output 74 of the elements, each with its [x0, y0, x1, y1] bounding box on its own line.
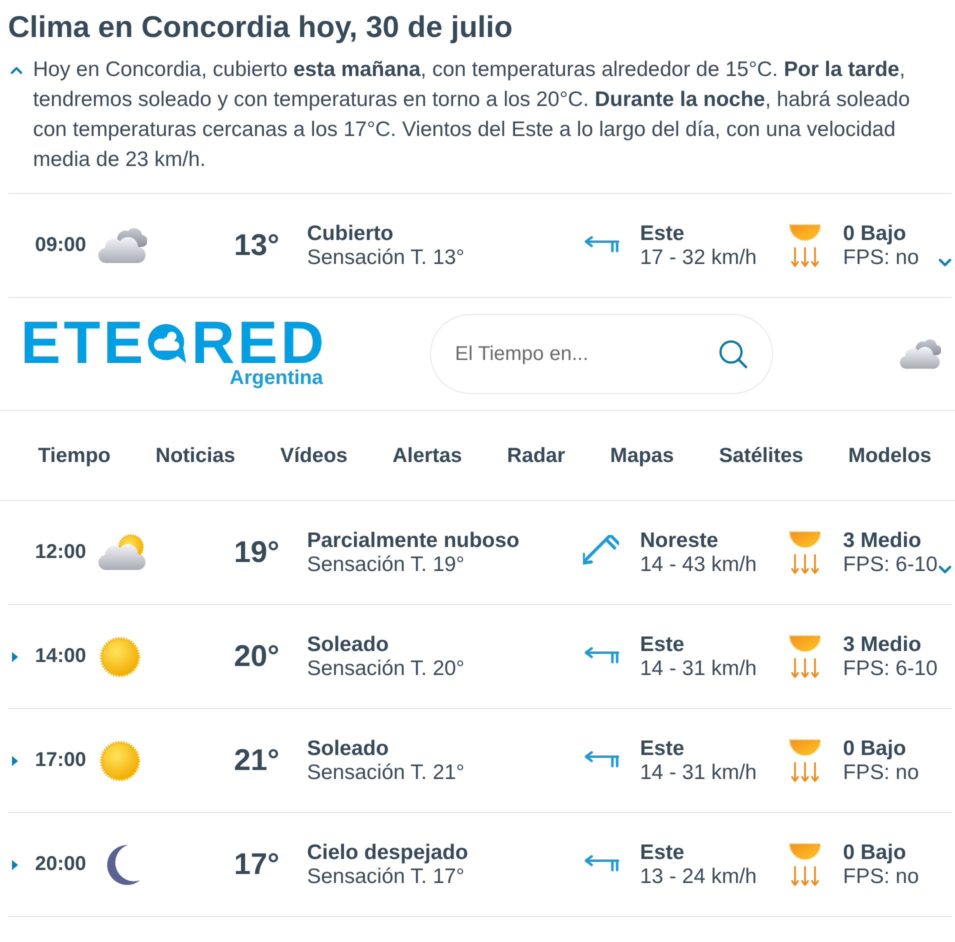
- uv-index-label: 0 Bajo: [843, 222, 908, 246]
- wind-speed-label: 13 - 24 km/h: [640, 864, 758, 888]
- wind-arrow-icon: [583, 647, 621, 664]
- speech-bubble-cloud-icon: [147, 322, 188, 364]
- wind-direction-label: Noreste: [640, 528, 720, 552]
- sun-protection-label: FPS: 6-10: [843, 656, 938, 680]
- wind-speed-label: 17 - 32 km/h: [640, 246, 758, 270]
- uv-sun-rays-icon: [788, 634, 822, 680]
- expand-triangle-icon[interactable]: [12, 756, 18, 766]
- sun-protection-label: FPS: no: [843, 246, 920, 270]
- forecast-summary: Hoy en Concordia, cubierto esta mañana, con temperaturas alrededor de 15°C. Por la tarde, tendremos soleado y con temperaturas en torno a los 20°C. Durante la noche, habrá soleado con temperaturas cercanas a los 17°C. Vientos del Este a lo largo del día, con una velocidad media de 23 km/h.: [33, 57, 911, 173]
- chevron-up-icon[interactable]: [10, 66, 23, 75]
- feels-like-label: Sensación T. 13°: [307, 246, 466, 270]
- uv-index-label: 3 Medio: [843, 528, 922, 552]
- temperature-value: 21°: [234, 744, 280, 778]
- condition-label: Cielo despejado: [307, 840, 470, 864]
- condition-label: Parcialmente nuboso: [307, 528, 520, 552]
- cloud-icon: [897, 338, 941, 370]
- uv-index-label: 0 Bajo: [843, 840, 908, 864]
- sun-icon: [99, 740, 141, 782]
- hour-label: 12:00: [35, 541, 88, 564]
- wind-direction-label: Este: [640, 222, 686, 246]
- uv-index-label: 0 Bajo: [843, 736, 908, 760]
- nav-link[interactable]: Tiempo: [38, 444, 111, 468]
- search-icon[interactable]: [718, 339, 748, 369]
- wind-speed-label: 14 - 31 km/h: [640, 760, 758, 784]
- uv-sun-rays-icon: [788, 738, 822, 784]
- sun-protection-label: FPS: no: [843, 760, 920, 784]
- page-title: Clima en Concordia hoy, 30 de julio: [7, 10, 514, 46]
- nav-link[interactable]: Modelos: [848, 444, 932, 468]
- search-field[interactable]: El Tiempo en...: [430, 314, 773, 394]
- nav-link[interactable]: Alertas: [392, 444, 462, 468]
- nav-link[interactable]: Satélites: [718, 444, 804, 468]
- hour-label: 20:00: [35, 853, 88, 876]
- wind-speed-label: 14 - 31 km/h: [640, 656, 758, 680]
- condition-label: Cubierto: [307, 222, 394, 246]
- temperature-value: 17°: [234, 848, 280, 882]
- hour-label: 09:00: [35, 234, 88, 257]
- nav-link[interactable]: Mapas: [610, 444, 674, 468]
- sun-icon: [99, 636, 141, 678]
- feels-like-label: Sensación T. 20°: [307, 656, 466, 680]
- chevron-down-icon[interactable]: [938, 565, 952, 574]
- temperature-value: 20°: [234, 640, 280, 674]
- feels-like-label: Sensación T. 19°: [307, 552, 466, 576]
- expand-triangle-icon[interactable]: [12, 860, 18, 870]
- chevron-down-icon[interactable]: [938, 258, 952, 267]
- nav-link[interactable]: Vídeos: [280, 444, 348, 468]
- temperature-value: 19°: [234, 536, 280, 570]
- uv-sun-rays-icon: [788, 222, 822, 268]
- expand-triangle-icon[interactable]: [12, 652, 18, 662]
- wind-direction-label: Este: [640, 632, 686, 656]
- temperature-value: 13°: [234, 228, 280, 262]
- sun-protection-label: FPS: no: [843, 864, 920, 888]
- wind-arrow-icon: [583, 236, 621, 253]
- logo-region-label: Argentina: [230, 366, 323, 388]
- nav-link[interactable]: Radar: [507, 444, 566, 468]
- logo-wordmark: RED: [191, 320, 327, 366]
- uv-sun-rays-icon: [788, 842, 822, 888]
- wind-arrow-icon: [583, 751, 621, 768]
- sun-protection-label: FPS: 6-10: [843, 552, 938, 576]
- feels-like-label: Sensación T. 21°: [307, 760, 466, 784]
- hour-label: 17:00: [35, 749, 88, 772]
- uv-index-label: 3 Medio: [843, 632, 922, 656]
- nav-link[interactable]: Noticias: [156, 444, 236, 468]
- condition-label: Soleado: [307, 632, 390, 656]
- logo-wordmark: ETE: [20, 320, 146, 366]
- wind-speed-label: 14 - 43 km/h: [640, 552, 758, 576]
- feels-like-label: Sensación T. 17°: [307, 864, 466, 888]
- wind-arrow-icon: [583, 855, 621, 872]
- wind-direction-label: Este: [640, 736, 686, 760]
- wind-direction-label: Este: [640, 840, 686, 864]
- condition-label: Soleado: [307, 736, 390, 760]
- uv-sun-rays-icon: [788, 530, 822, 576]
- hour-label: 14:00: [35, 645, 88, 668]
